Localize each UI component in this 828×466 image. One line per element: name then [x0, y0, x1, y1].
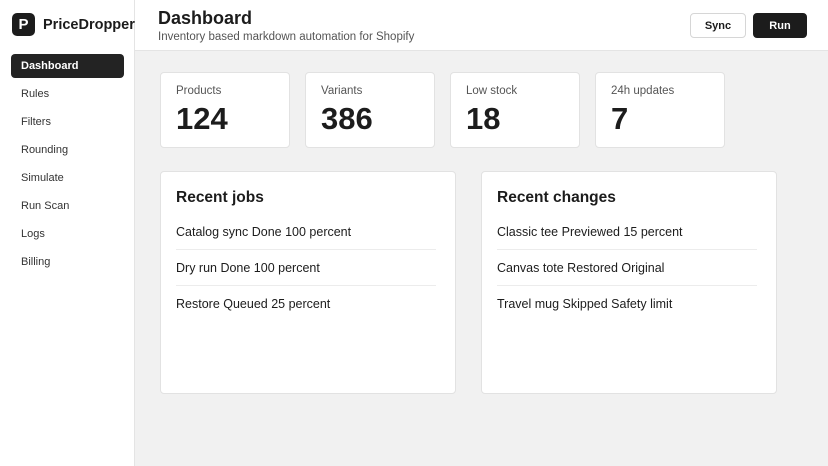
panel-title: Recent changes: [497, 189, 616, 206]
sidebar-item-dashboard[interactable]: Dashboard: [11, 54, 124, 78]
stat-value: 7: [611, 101, 629, 136]
top-header: Dashboard Inventory based markdown autom…: [135, 0, 828, 51]
stat-label: 24h updates: [611, 85, 675, 97]
stat-card-variants: Variants 386: [305, 72, 435, 148]
run-button[interactable]: Run: [753, 13, 807, 38]
stat-card-low-stock: Low stock 18: [450, 72, 580, 148]
list-item: Canvas tote Restored Original: [497, 250, 757, 286]
sidebar-nav: Dashboard Rules Filters Rounding Simulat…: [11, 54, 124, 278]
list-item: Restore Queued 25 percent: [176, 297, 331, 311]
stat-label: Variants: [321, 85, 363, 97]
sidebar-item-rounding[interactable]: Rounding: [11, 138, 124, 162]
sidebar-item-simulate[interactable]: Simulate: [11, 166, 124, 190]
stat-value: 124: [176, 101, 228, 136]
sidebar-item-billing[interactable]: Billing: [11, 250, 124, 274]
brand-name: PriceDropper: [43, 16, 135, 33]
recent-changes-panel: Recent changes Classic tee Previewed 15 …: [481, 171, 777, 394]
stat-value: 18: [466, 101, 501, 136]
stat-card-products: Products 124: [160, 72, 290, 148]
recent-changes-list: Classic tee Previewed 15 percent Canvas …: [497, 214, 757, 322]
recent-jobs-list: Catalog sync Done 100 percent Dry run Do…: [176, 214, 436, 322]
page-title: Dashboard: [158, 8, 253, 28]
brand-logo-icon: P: [12, 13, 35, 36]
list-item: Classic tee Previewed 15 percent: [497, 214, 757, 250]
stat-label: Low stock: [466, 85, 518, 97]
sidebar-item-filters[interactable]: Filters: [11, 110, 124, 134]
page-subtitle: Inventory based markdown automation for …: [158, 31, 415, 43]
panel-title: Recent jobs: [176, 189, 264, 206]
brand[interactable]: P PriceDropper: [12, 13, 135, 36]
sidebar-item-logs[interactable]: Logs: [11, 222, 124, 246]
sidebar: P PriceDropper Dashboard Rules Filters R…: [0, 0, 135, 466]
list-item: Catalog sync Done 100 percent: [176, 214, 436, 250]
stat-value: 386: [321, 101, 373, 136]
list-item: Travel mug Skipped Safety limit: [497, 297, 673, 311]
sidebar-item-run-scan[interactable]: Run Scan: [11, 194, 124, 218]
recent-jobs-panel: Recent jobs Catalog sync Done 100 percen…: [160, 171, 456, 394]
sidebar-item-rules[interactable]: Rules: [11, 82, 124, 106]
stat-card-24h-updates: 24h updates 7: [595, 72, 725, 148]
sync-button[interactable]: Sync: [690, 13, 746, 38]
stat-label: Products: [176, 85, 222, 97]
list-item: Dry run Done 100 percent: [176, 250, 436, 286]
